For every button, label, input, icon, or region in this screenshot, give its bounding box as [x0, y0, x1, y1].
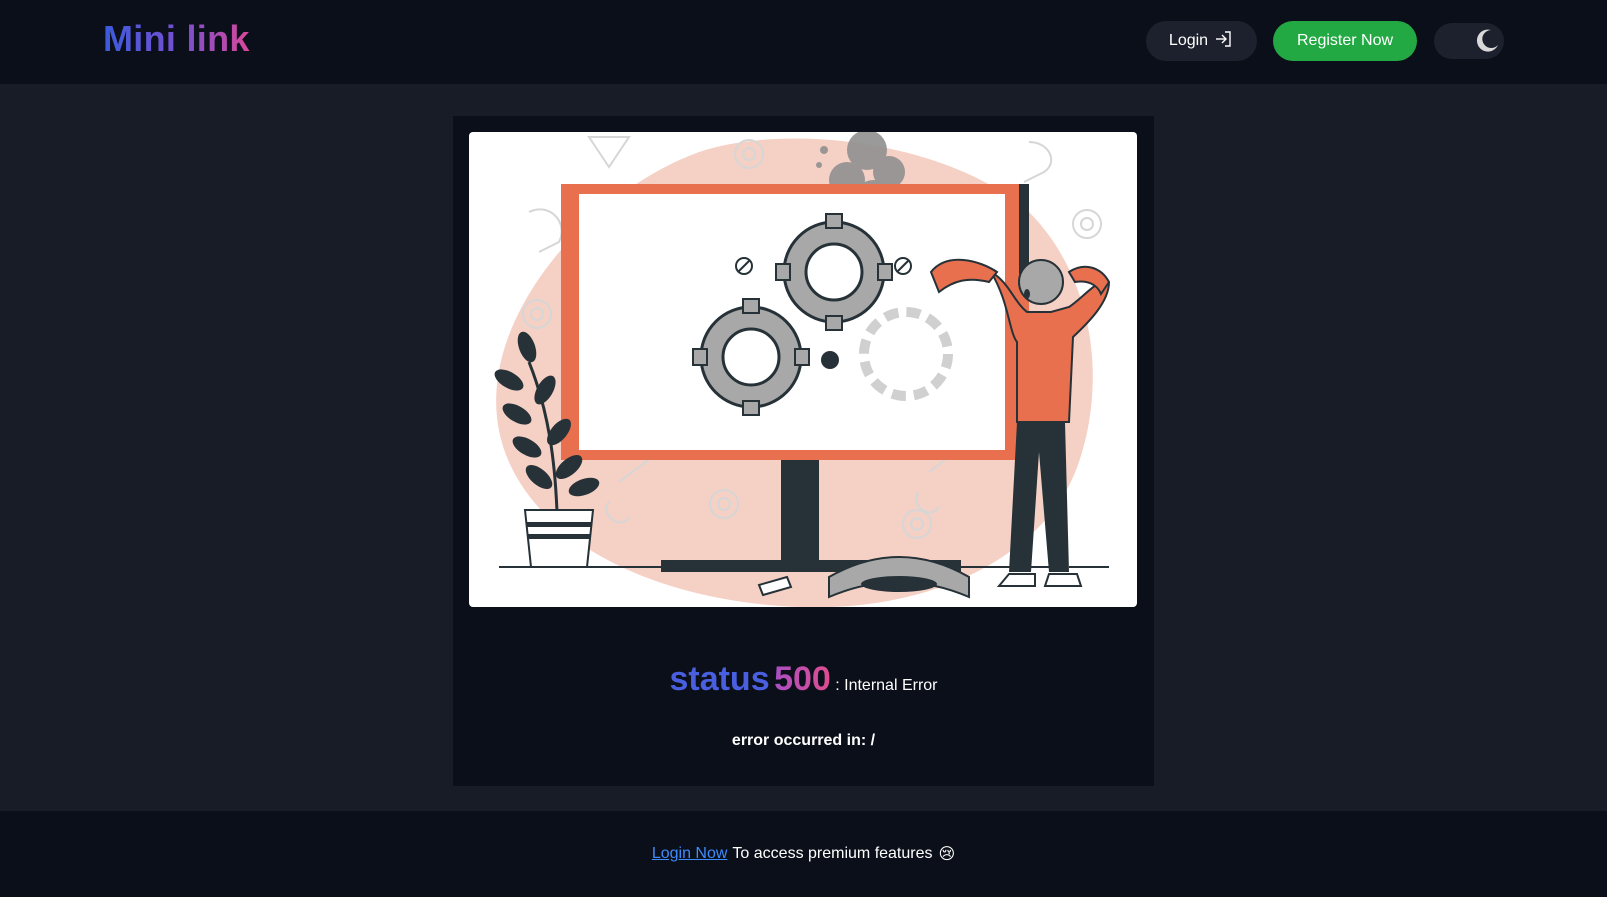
- moon-icon: [1476, 29, 1498, 52]
- status-code: 500: [774, 660, 831, 698]
- status-line: status 500 : Internal Error: [453, 660, 1154, 699]
- error-location: error occurred in: /: [731, 732, 876, 749]
- sad-face-icon: 😢: [938, 846, 956, 863]
- status-text: : Internal Error: [835, 677, 938, 694]
- login-now-link[interactable]: Login Now: [652, 845, 728, 863]
- register-button[interactable]: Register Now: [1273, 21, 1417, 61]
- error-illustration: [469, 132, 1137, 607]
- status-word: status: [669, 660, 770, 698]
- top-navbar: Mini link Login Register Now: [0, 0, 1607, 84]
- theme-toggle[interactable]: [1434, 23, 1504, 59]
- footer: Login Now To access premium features 😢: [0, 811, 1607, 897]
- footer-message: To access premium features: [732, 845, 933, 862]
- error-card: status 500 : Internal Error error occurr…: [453, 116, 1154, 786]
- brand-logo[interactable]: Mini link: [103, 18, 250, 60]
- register-button-label: Register Now: [1296, 32, 1394, 49]
- login-button[interactable]: Login: [1146, 21, 1257, 61]
- login-button-label: Login: [1168, 32, 1209, 49]
- login-arrow-icon: [1214, 29, 1234, 54]
